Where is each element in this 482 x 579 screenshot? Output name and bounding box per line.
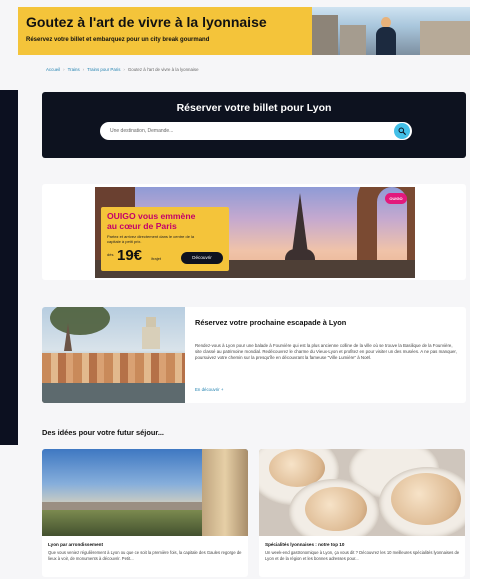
- idea-card-description: Que vous veniez régulièrement à Lyon ou …: [48, 550, 242, 561]
- ad-price-prefix: dès: [107, 252, 114, 257]
- hero-building: [340, 25, 366, 55]
- hero-banner: Goutez à l'art de vivre à la lyonnaise R…: [18, 7, 470, 55]
- hero-photo: [312, 7, 470, 55]
- ideas-heading: Des idées pour votre futur séjour...: [42, 428, 164, 437]
- hero-building: [312, 15, 338, 55]
- idea-card-title: Spécialités lyonnaises : notre top 10: [265, 542, 345, 547]
- ad-price: 19€: [117, 247, 143, 264]
- ouigo-logo: OUIGO: [385, 193, 407, 204]
- ad-heading: OUIGO vous emmène au cœur de Paris: [107, 211, 196, 231]
- idea-card-arrondissements[interactable]: Lyon par arrondissement Que vous veniez …: [42, 449, 248, 577]
- destination-search-input[interactable]: [100, 122, 412, 140]
- ad-body: Partez et arrivez directement dans le ce…: [107, 234, 195, 244]
- page: Goutez à l'art de vivre à la lyonnaise R…: [0, 0, 482, 579]
- booking-title: Réserver votre billet pour Lyon: [176, 102, 332, 114]
- dark-side-strip: [0, 90, 18, 445]
- hero-subtitle: Réservez votre billet et embarquez pour …: [26, 37, 210, 43]
- idea-card-description: Un week-end gastronomique à Lyon, ça vou…: [265, 550, 460, 561]
- feature-card: Réservez votre prochaine escapade à Lyon…: [42, 307, 466, 403]
- hero-building: [420, 21, 470, 55]
- hero-person: [376, 17, 396, 55]
- ad-discover-button[interactable]: Découvrir: [181, 252, 223, 264]
- search-icon: [398, 127, 406, 135]
- search-button[interactable]: [394, 123, 410, 139]
- breadcrumb: Accueil › Trains › Trains pour Paris › Goutez …: [46, 67, 199, 72]
- lyon-cityscape-image: [42, 307, 185, 403]
- feature-title: Réservez votre prochaine escapade à Lyon: [195, 318, 347, 327]
- idea-card-title: Lyon par arrondissement: [48, 542, 103, 547]
- ad-banner[interactable]: OUIGO OUIGO vous emmène au cœur de Paris…: [95, 187, 415, 278]
- lyon-panorama-image: [42, 449, 248, 536]
- breadcrumb-home[interactable]: Accueil: [46, 67, 60, 72]
- feature-body: Rendez-vous à Lyon pour une balade à Fou…: [195, 343, 457, 361]
- breadcrumb-trains[interactable]: Trains: [68, 67, 80, 72]
- breadcrumb-current: Goutez à l'art de vivre à la lyonnaise: [127, 67, 199, 72]
- page-margin: [470, 0, 482, 579]
- feature-read-more-link[interactable]: En découvrir +: [195, 387, 223, 392]
- ad-price-suffix: /trajet: [151, 256, 162, 261]
- hero-title: Goutez à l'art de vivre à la lyonnaise: [26, 14, 267, 30]
- lyonnaise-food-image: [259, 449, 465, 536]
- ad-card: OUIGO OUIGO vous emmène au cœur de Paris…: [42, 184, 466, 280]
- ad-text-box: OUIGO vous emmène au cœur de Paris Parte…: [101, 207, 229, 271]
- booking-panel: Réserver votre billet pour Lyon: [42, 92, 466, 158]
- idea-card-specialites[interactable]: Spécialités lyonnaises : notre top 10 Un…: [259, 449, 465, 577]
- breadcrumb-trains-paris[interactable]: Trains pour Paris: [87, 67, 120, 72]
